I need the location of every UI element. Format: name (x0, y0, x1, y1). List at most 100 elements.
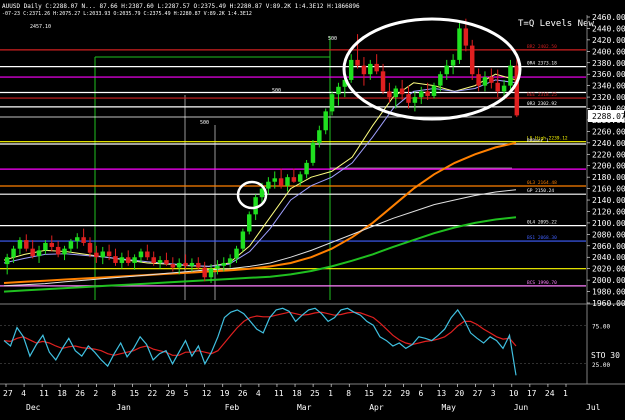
month-label: Jul (586, 403, 601, 412)
candle-body (138, 251, 144, 258)
last-price-label: 2288.07 (592, 112, 625, 121)
candle-body (62, 248, 67, 255)
chart-title: T=Q Levels New (518, 19, 594, 29)
date-tick-label: 6 (418, 389, 423, 398)
date-tick-label: 22 (148, 389, 158, 398)
candle-body (482, 77, 488, 86)
candle-body (348, 59, 354, 80)
candle-body (208, 268, 214, 278)
annotation-label: 500 (272, 88, 281, 94)
level-label: BR0mer 1 (527, 138, 549, 144)
price-tick-label: 2100.00 (592, 219, 625, 228)
candle-body (444, 65, 449, 75)
candle-body (355, 59, 360, 66)
date-tick-label: 25 (310, 389, 320, 398)
price-tick-label: 2000.00 (592, 276, 625, 285)
candle-body (24, 240, 29, 249)
price-tick-label: 2120.00 (592, 207, 625, 216)
price-tick-label: 2160.00 (592, 185, 625, 194)
candle-body (285, 177, 290, 186)
candle-body (30, 248, 35, 257)
price-tick-label: 2460.00 (592, 13, 625, 22)
candle-body (463, 28, 469, 46)
candle-body (43, 242, 48, 251)
price-tick-label: 2400.00 (592, 47, 625, 56)
date-tick-label: 19 (220, 389, 230, 398)
candle-body (508, 65, 513, 86)
oscillator-label: STO 30 (591, 351, 620, 360)
candle-body (329, 94, 335, 112)
level-label: BCS 1990.70 (527, 280, 557, 286)
candle-body (11, 248, 16, 258)
candle-body (68, 241, 74, 249)
candle-body (291, 177, 297, 182)
candle-body (240, 231, 246, 249)
date-tick-label: 3 (491, 389, 496, 398)
month-label: Jan (116, 403, 131, 412)
candle-body (310, 142, 316, 163)
price-tick-label: 2360.00 (592, 70, 625, 79)
candle-body (374, 63, 379, 72)
month-label: Mar (297, 403, 312, 412)
candle-body (4, 257, 10, 265)
candle-body (495, 82, 500, 92)
osc-tick-label: 75.00 (592, 323, 610, 330)
candle-body (431, 85, 437, 96)
date-tick-label: 17 (527, 389, 537, 398)
price-tick-label: 1960.00 (592, 299, 625, 308)
candle-body (196, 262, 201, 268)
chart-window: AUUSD Daily C:2288.07 N... 87.66 H:2387.… (0, 0, 625, 416)
candle-body (380, 71, 386, 92)
candle-body (247, 214, 252, 232)
date-tick-label: 20 (455, 389, 465, 398)
candle-body (234, 248, 239, 259)
level-label: 0L3 2164.48 (527, 180, 557, 186)
date-tick-label: 29 (166, 389, 176, 398)
candle-body (489, 77, 494, 83)
date-tick-label: 22 (382, 389, 392, 398)
candle-body (75, 237, 80, 242)
osc-tick-label: 25.00 (592, 362, 610, 369)
date-tick-label: 11 (39, 389, 49, 398)
candle-body (317, 130, 322, 143)
candle-body (87, 242, 93, 253)
month-label: May (441, 403, 456, 412)
date-tick-label: 24 (545, 389, 555, 398)
candle-body (125, 257, 131, 263)
candle-body (157, 260, 163, 263)
candle-body (106, 251, 112, 257)
date-tick-label: 26 (75, 389, 85, 398)
date-tick-label: 15 (129, 389, 139, 398)
date-tick-label: 13 (437, 389, 447, 398)
candle-body (253, 197, 258, 215)
annotation-label: 2457.10 (30, 24, 51, 30)
candle-body (119, 257, 125, 263)
price-tick-label: 2080.00 (592, 230, 625, 239)
header-ohlc-line: -07-23 C:2371.26 H:2075.27 L:2033.93 O:2… (2, 11, 252, 17)
level-label: BS1 2068.30 (527, 235, 557, 241)
candle-body (406, 94, 411, 103)
annotation-label: 500 (200, 120, 209, 126)
chart-canvas: AUUSD Daily C:2288.07 N... 87.66 H:2387.… (0, 0, 625, 416)
price-tick-label: 2180.00 (592, 173, 625, 182)
header-quote-line: AUUSD Daily C:2288.07 N... 87.66 H:2387.… (2, 3, 360, 10)
candle-body (170, 264, 176, 268)
date-tick-label: 2 (93, 389, 98, 398)
price-tick-label: 2060.00 (592, 242, 625, 251)
date-tick-label: 12 (202, 389, 212, 398)
date-tick-label: 8 (111, 389, 116, 398)
candle-body (278, 178, 284, 186)
date-tick-label: 18 (57, 389, 67, 398)
price-tick-label: 2040.00 (592, 253, 625, 262)
date-tick-label: 1 (563, 389, 568, 398)
price-tick-label: 2200.00 (592, 162, 625, 171)
candle-body (425, 91, 430, 96)
date-tick-label: 18 (292, 389, 302, 398)
level-label: GP 2150.24 (527, 188, 554, 194)
candle-body (151, 257, 156, 263)
date-tick-label: 10 (509, 389, 519, 398)
candle-body (419, 91, 424, 98)
candle-body (17, 240, 23, 249)
candle-body (94, 252, 99, 258)
date-tick-label: 27 (473, 389, 483, 398)
